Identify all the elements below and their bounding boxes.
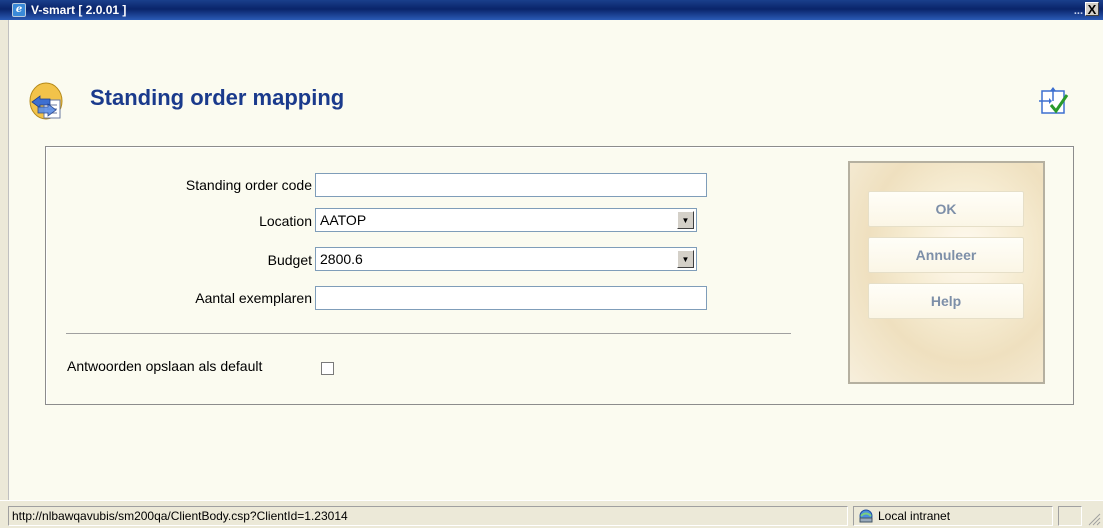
budget-select-value: 2800.6 (320, 251, 363, 267)
status-zone: Local intranet (853, 506, 1053, 526)
default-checkbox[interactable] (321, 362, 334, 375)
location-label: Location (259, 213, 312, 229)
status-bar: http://nlbawqavubis/sm200qa/ClientBody.c… (0, 500, 1103, 528)
minimize-glyph[interactable]: ... (1074, 5, 1083, 17)
divider (66, 333, 791, 334)
budget-select[interactable]: 2800.6 ▼ (315, 247, 697, 271)
aantal-exemplaren-input[interactable] (315, 286, 707, 310)
status-cell (1058, 506, 1082, 526)
ie-icon: e (12, 3, 26, 17)
status-url: http://nlbawqavubis/sm200qa/ClientBody.c… (8, 506, 848, 526)
budget-label: Budget (267, 252, 312, 268)
location-select-value: AATOP (320, 212, 367, 228)
window-title: V-smart [ 2.0.01 ] (31, 3, 127, 17)
intranet-zone-icon (859, 509, 873, 523)
ok-button[interactable]: OK (868, 191, 1024, 227)
window-titlebar: e V-smart [ 2.0.01 ] ... X (0, 0, 1103, 20)
chevron-down-icon[interactable]: ▼ (677, 211, 694, 229)
status-zone-label: Local intranet (878, 509, 951, 523)
aantal-exemplaren-label: Aantal exemplaren (195, 290, 312, 306)
close-button[interactable]: X (1085, 2, 1099, 16)
help-check-icon[interactable] (1039, 87, 1069, 117)
help-button[interactable]: Help (868, 283, 1024, 319)
mapping-arrows-icon (29, 82, 63, 120)
standing-order-code-input[interactable] (315, 173, 707, 197)
resize-grip-icon[interactable] (1087, 512, 1101, 526)
default-checkbox-label: Antwoorden opslaan als default (67, 358, 263, 374)
form-panel: Standing order code Location AATOP ▼ Bud… (45, 146, 1074, 405)
button-panel: OK Annuleer Help (848, 161, 1045, 384)
window-controls: ... X (1069, 2, 1099, 18)
chevron-down-icon[interactable]: ▼ (677, 250, 694, 268)
location-select[interactable]: AATOP ▼ (315, 208, 697, 232)
page-title: Standing order mapping (90, 85, 345, 110)
standing-order-code-label: Standing order code (185, 177, 312, 193)
cancel-button[interactable]: Annuleer (868, 237, 1024, 273)
